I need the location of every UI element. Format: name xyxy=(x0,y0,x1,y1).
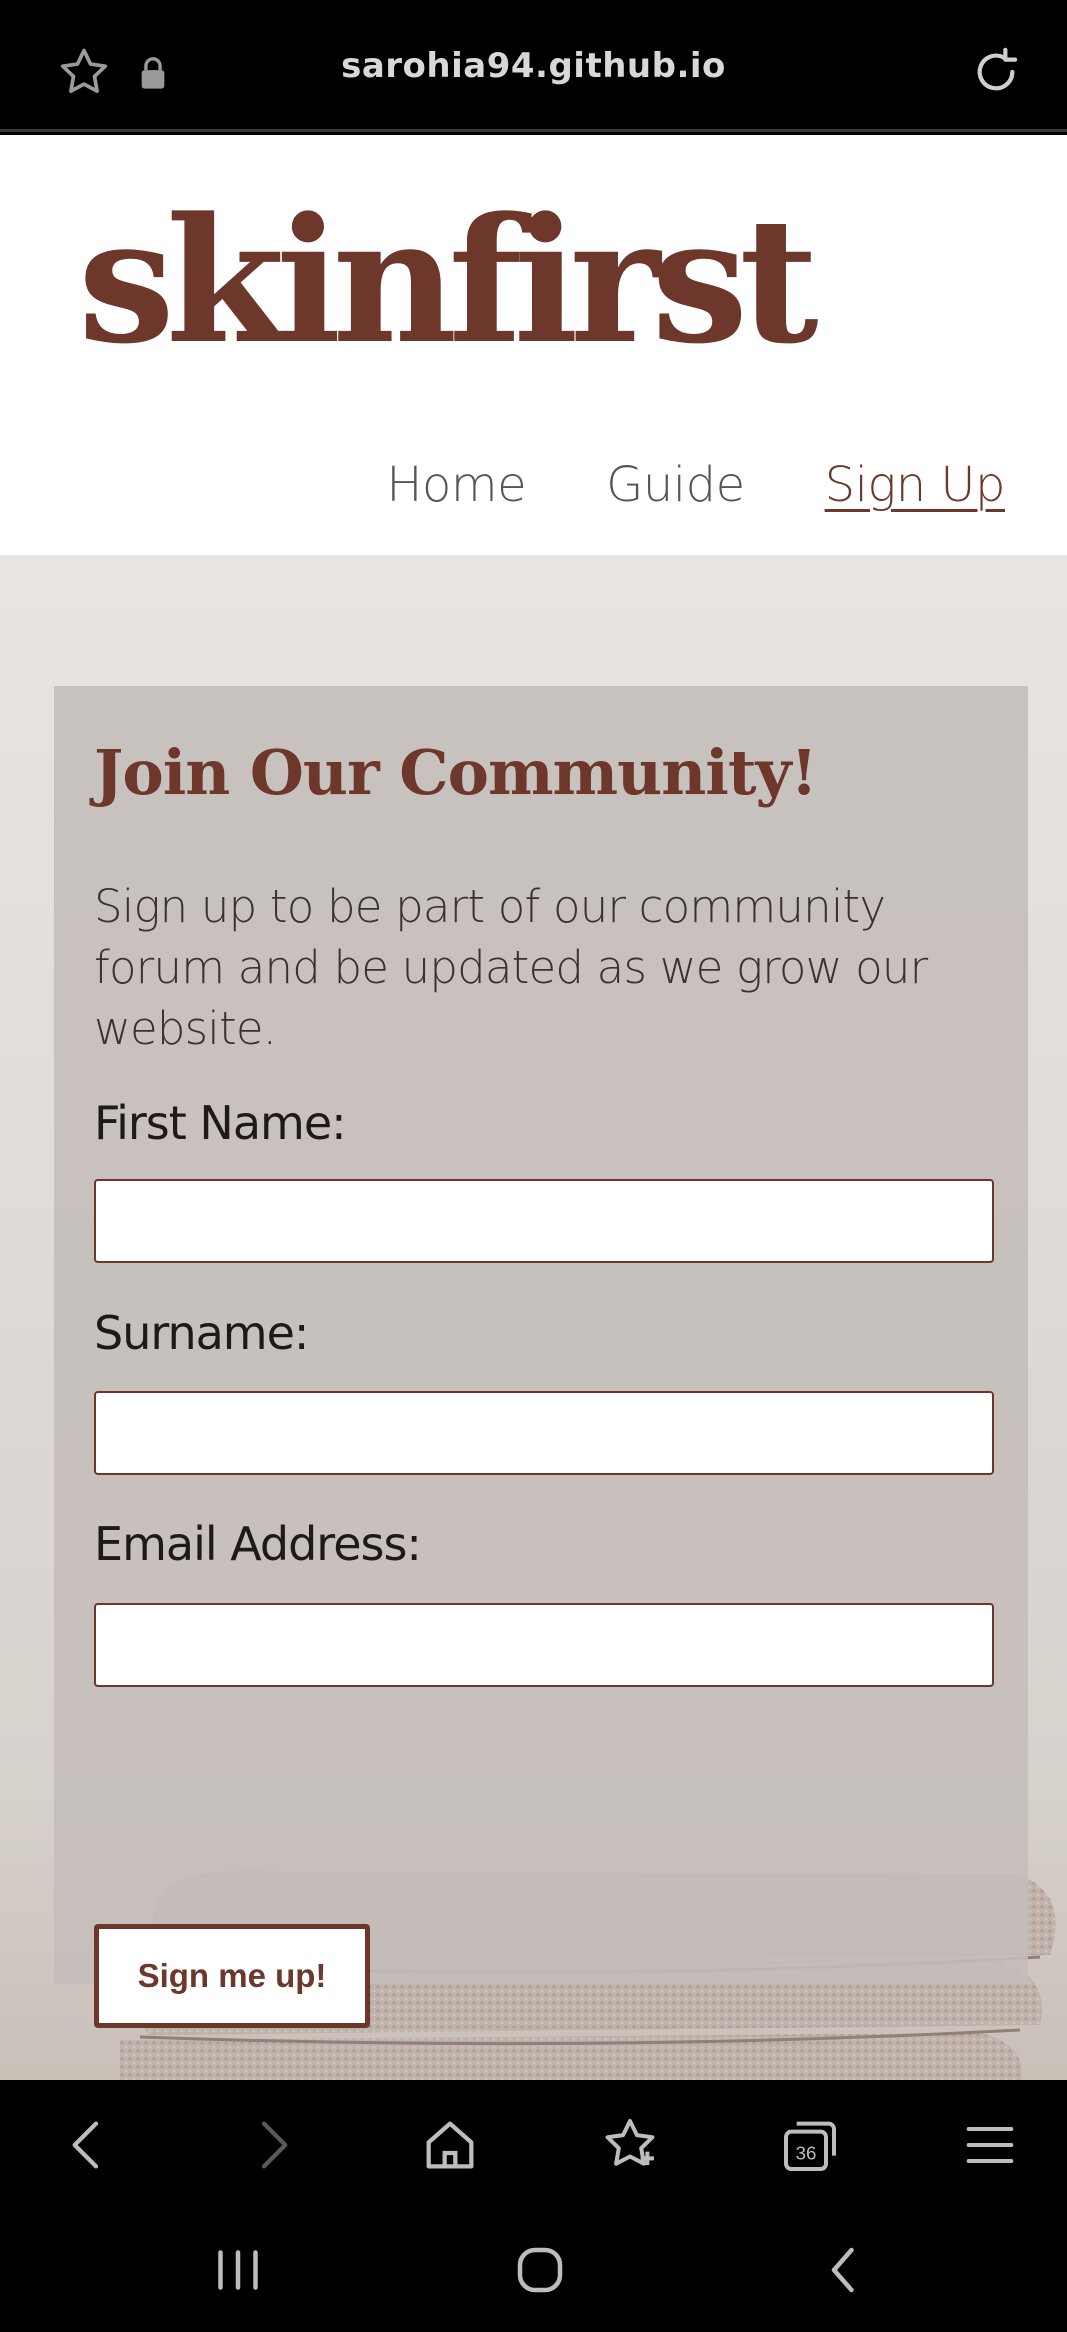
first-name-input[interactable] xyxy=(94,1179,994,1263)
site-logo[interactable]: skinfirst xyxy=(78,195,819,367)
signup-intro-text: Sign up to be part of our community foru… xyxy=(94,880,928,1055)
browser-toolbar: 36 xyxy=(0,2080,1067,2210)
forward-icon[interactable] xyxy=(240,2113,304,2177)
web-page: skinfirst Home Guide Sign Up Join Our Co… xyxy=(0,135,1067,2080)
tabs-icon[interactable]: 36 xyxy=(778,2113,842,2177)
recent-apps-icon[interactable] xyxy=(208,2240,268,2300)
surname-input[interactable] xyxy=(94,1391,994,1475)
site-header: skinfirst Home Guide Sign Up xyxy=(0,135,1067,555)
browser-address-bar: sarohia94.github.io xyxy=(0,0,1067,132)
system-nav-bar xyxy=(0,2210,1067,2332)
signup-card: Join Our Community! Sign up to be part o… xyxy=(54,686,1028,2028)
bookmarks-icon[interactable] xyxy=(598,2113,662,2177)
system-home-icon[interactable] xyxy=(510,2240,570,2300)
nav-sign-up[interactable]: Sign Up xyxy=(825,457,1006,513)
tab-count: 36 xyxy=(796,2143,817,2164)
home-icon[interactable] xyxy=(418,2113,482,2177)
menu-icon[interactable] xyxy=(958,2113,1022,2177)
email-label: Email Address: xyxy=(94,1517,422,1571)
site-nav: Home Guide Sign Up xyxy=(386,457,1005,513)
signup-heading: Join Our Community! xyxy=(94,736,818,809)
system-back-icon[interactable] xyxy=(814,2240,874,2300)
reload-icon[interactable] xyxy=(968,44,1024,100)
back-icon[interactable] xyxy=(56,2113,120,2177)
sign-me-up-button[interactable]: Sign me up! xyxy=(94,1924,370,2028)
nav-guide[interactable]: Guide xyxy=(606,457,745,513)
url-text[interactable]: sarohia94.github.io xyxy=(0,46,1067,86)
first-name-label: First Name: xyxy=(94,1096,347,1150)
surname-label: Surname: xyxy=(94,1306,309,1360)
email-input[interactable] xyxy=(94,1603,994,1687)
nav-home[interactable]: Home xyxy=(386,457,526,513)
